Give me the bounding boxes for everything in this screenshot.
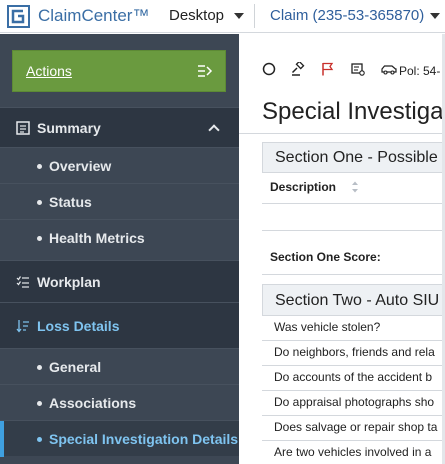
bullet-icon bbox=[37, 365, 42, 370]
description-column-header[interactable]: Description bbox=[270, 180, 336, 194]
vehicle-id-icon[interactable] bbox=[351, 62, 365, 76]
section-title: Section One - Possible f bbox=[275, 149, 445, 166]
sidebar-item-workplan[interactable]: Workplan bbox=[0, 260, 239, 302]
sidebar-item-associations[interactable]: Associations bbox=[0, 384, 239, 420]
sidebar-item-label: Status bbox=[49, 194, 92, 210]
sidebar-item-status[interactable]: Status bbox=[0, 183, 239, 219]
question-row: Does salvage or repair shop ta bbox=[262, 416, 445, 441]
divider bbox=[254, 4, 255, 28]
sidebar-item-label: Overview bbox=[49, 158, 112, 174]
question-text: Do neighbors, friends and rela bbox=[274, 345, 435, 359]
question-text: Do accounts of the accident b bbox=[274, 370, 433, 384]
sidebar-item-label: Associations bbox=[49, 395, 137, 411]
brand-name[interactable]: ClaimCenter™ bbox=[38, 6, 149, 26]
chevron-down-icon[interactable] bbox=[234, 13, 244, 19]
actions-label: Actions bbox=[26, 63, 72, 79]
chevron-down-icon[interactable] bbox=[430, 13, 440, 19]
sidebar-item-summary[interactable]: Summary bbox=[0, 107, 239, 147]
question-text: Are two vehicles involved in a bbox=[274, 445, 432, 459]
main-content: Pol: 54- Special Investiga Section One -… bbox=[239, 34, 445, 464]
sidebar-item-special-investigation-details[interactable]: Special Investigation Details bbox=[0, 420, 239, 457]
tab-desktop[interactable]: Desktop bbox=[169, 7, 224, 24]
bullet-icon bbox=[37, 437, 42, 442]
page-title: Special Investiga bbox=[262, 98, 444, 125]
gavel-icon[interactable] bbox=[291, 62, 305, 76]
sidebar-item-health-metrics[interactable]: Health Metrics bbox=[0, 219, 239, 255]
sidebar: Actions Summary Overview Status Health M… bbox=[0, 34, 239, 464]
bullet-icon bbox=[37, 164, 42, 169]
question-row: Do accounts of the accident b bbox=[262, 366, 445, 391]
section-title: Section Two - Auto SIU bbox=[275, 292, 440, 309]
bullet-icon bbox=[37, 200, 42, 205]
bullet-icon bbox=[37, 236, 42, 241]
sidebar-item-loss-details[interactable]: Loss Details bbox=[0, 302, 239, 348]
sort-icon[interactable] bbox=[351, 180, 359, 194]
question-text: Do appraisal photographs sho bbox=[274, 395, 435, 409]
top-header: ClaimCenter™ Desktop Claim (235-53-36587… bbox=[0, 0, 445, 33]
question-text: Does salvage or repair shop ta bbox=[274, 420, 438, 434]
flag-icon[interactable] bbox=[321, 62, 335, 76]
workplan-icon bbox=[16, 276, 29, 288]
car-icon[interactable] bbox=[381, 62, 397, 76]
active-indicator bbox=[0, 421, 4, 457]
sidebar-item-overview[interactable]: Overview bbox=[0, 147, 239, 183]
question-row: Do appraisal photographs sho bbox=[262, 391, 445, 416]
circle-icon[interactable] bbox=[262, 62, 276, 76]
actions-button[interactable]: Actions bbox=[12, 50, 226, 92]
actions-menu-icon bbox=[198, 65, 213, 77]
sidebar-item-general[interactable]: General bbox=[0, 348, 239, 384]
tab-claim[interactable]: Claim (235-53-365870) bbox=[270, 7, 424, 24]
divider bbox=[239, 133, 445, 134]
divider bbox=[262, 274, 445, 275]
section-one-score-label: Section One Score: bbox=[270, 250, 381, 264]
summary-icon bbox=[16, 121, 30, 135]
loss-details-icon bbox=[16, 320, 29, 333]
claim-toolbar: Pol: 54- bbox=[239, 34, 445, 84]
question-row: Are two vehicles involved in a bbox=[262, 441, 445, 464]
divider bbox=[262, 203, 445, 204]
sidebar-item-label: Health Metrics bbox=[49, 230, 145, 246]
bullet-icon bbox=[37, 401, 42, 406]
sidebar-item-label: Workplan bbox=[37, 274, 101, 290]
question-row: Do neighbors, friends and rela bbox=[262, 341, 445, 366]
sidebar-item-label: Loss Details bbox=[37, 318, 120, 334]
question-text: Was vehicle stolen? bbox=[274, 320, 381, 334]
sidebar-item-label: Summary bbox=[37, 120, 101, 136]
sidebar-item-label: General bbox=[49, 359, 102, 375]
chevron-up-icon[interactable] bbox=[208, 124, 220, 136]
section-one-header: Section One - Possible f bbox=[262, 142, 445, 173]
claimcenter-logo-icon[interactable] bbox=[7, 5, 30, 28]
sidebar-item-label: Special Investigation Details bbox=[49, 431, 239, 447]
policy-number[interactable]: Pol: 54- bbox=[399, 64, 440, 78]
section-two-header: Section Two - Auto SIU bbox=[262, 284, 445, 316]
divider bbox=[262, 230, 445, 231]
question-row: Was vehicle stolen? bbox=[262, 316, 445, 341]
